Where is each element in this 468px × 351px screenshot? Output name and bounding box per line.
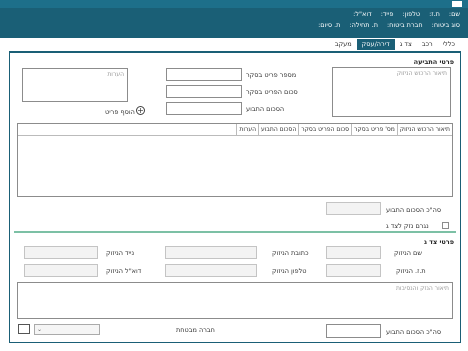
tab-general[interactable]: כללי [438, 39, 460, 50]
col-notes: הערות [236, 124, 258, 135]
injured-email-label: דוא"ל הניזוק [106, 267, 142, 275]
injured-mobile-input[interactable] [24, 246, 98, 259]
injured-mobile-label: נייד הניזוק [106, 249, 135, 257]
injured-address-label: כתובת הניזוק [272, 249, 309, 257]
items-table-header: תיאור הרכוש הניזוק מס' פריט בסקר סכום הפ… [18, 124, 452, 136]
header-row-2: סוג ביטוח: חברת ביטוח: ת. תחילה: ת. סיום… [318, 21, 460, 29]
tab-home-business[interactable]: דירה/עסק [356, 39, 395, 50]
injured-name-label: שם הניזוק [394, 249, 422, 257]
claim-sum-input[interactable] [166, 102, 242, 115]
section-divider [14, 231, 456, 233]
insurer-select[interactable]: ⌄ [34, 324, 100, 335]
col-item-sum: סכום הפריט בסקר [298, 124, 351, 135]
item-sum-input[interactable] [166, 85, 242, 98]
notes-textarea[interactable]: הערות [22, 68, 128, 102]
claim-panel: פרטי התביעה תיאור הרכוש הניזוק מספר פריט… [9, 51, 461, 343]
tab-third-party[interactable]: צד ג [395, 39, 417, 50]
third-party-damage-label: נגרם נזק לצד ג [386, 222, 429, 230]
third-party-section-title: פרטי צד ג [423, 238, 454, 246]
col-claim-sum: הסכום התבוע [258, 124, 298, 135]
header-start-date: ת. תחילה: [349, 21, 378, 29]
tab-vehicle[interactable]: רכב [417, 39, 438, 50]
tab-bar: כללי רכב צד ג דירה/עסק מעקב [0, 38, 468, 51]
injured-address-input[interactable] [165, 246, 257, 259]
header-insurance-company: חברת ביטוח: [386, 21, 423, 29]
injured-id-label: ת.ז. הניזוק [396, 267, 426, 275]
damage-description-textarea[interactable]: תיאור הנזק והנסיבות [17, 282, 453, 319]
insurer-label: חברה מבטחת [176, 326, 215, 334]
injured-name-input[interactable] [326, 246, 381, 259]
claim-total-label: סה"כ הסכום התבוע [386, 206, 442, 214]
item-number-label: מספר פריט בסקר [246, 71, 297, 79]
claim-sum-label: הסכום התבוע [246, 105, 285, 113]
header-insurance-type: סוג ביטוח: [431, 21, 460, 29]
item-sum-label: סכום הפריט בסקר [246, 88, 298, 96]
col-item-number: מס' פריט בסקר [351, 124, 397, 135]
dropdown-caret-icon: ⌄ [37, 326, 43, 333]
window-control-icon[interactable] [452, 1, 462, 7]
header-name: שם: [448, 10, 460, 18]
claim-section-title: פרטי התביעה [413, 58, 454, 66]
item-number-input[interactable] [166, 68, 242, 81]
header-fax: פייד: [380, 10, 394, 18]
checkbox-icon[interactable] [442, 222, 449, 229]
tab-tracking[interactable]: מעקב [330, 39, 357, 50]
header-email: דוא"ל: [353, 10, 372, 18]
header-id: ת.ז: [429, 10, 440, 18]
policy-header: שם: ת.ז: טלפון: פייד: דוא"ל: סוג ביטוח: … [0, 8, 468, 38]
injured-email-input[interactable] [24, 264, 98, 277]
calendar-icon[interactable] [18, 324, 30, 334]
third-party-total-label: סה"כ הסכום התבוע [386, 328, 442, 336]
description-placeholder: תיאור הרכוש הניזוק [396, 70, 447, 77]
header-end-date: ת. סיום: [318, 21, 341, 29]
injured-phone-input[interactable] [165, 264, 257, 277]
damaged-property-description[interactable]: תיאור הרכוש הניזוק [332, 67, 451, 117]
header-row-1: שם: ת.ז: טלפון: פייד: דוא"ל: [353, 10, 460, 18]
injured-phone-label: טלפון הניזוק [272, 267, 307, 275]
claim-total-field [326, 202, 381, 215]
plus-circle-icon[interactable]: + [136, 106, 145, 115]
injured-id-input[interactable] [326, 264, 381, 277]
damage-description-placeholder: תיאור הנזק והנסיבות [395, 285, 449, 292]
header-phone: טלפון: [402, 10, 421, 18]
add-item-label[interactable]: הוסף פריט [105, 108, 135, 116]
third-party-total-field [326, 324, 381, 338]
items-table: תיאור הרכוש הניזוק מס' פריט בסקר סכום הפ… [17, 123, 453, 197]
window-top-bar [0, 0, 468, 8]
notes-placeholder: הערות [107, 71, 124, 78]
col-description: תיאור הרכוש הניזוק [396, 124, 452, 135]
